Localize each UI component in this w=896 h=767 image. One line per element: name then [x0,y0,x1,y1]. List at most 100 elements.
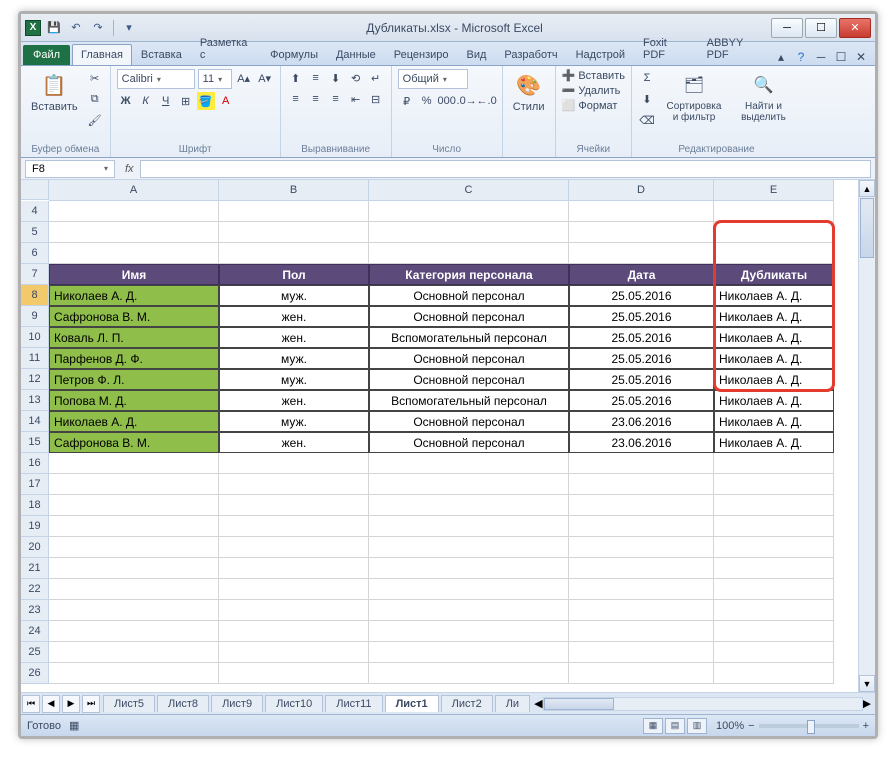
cell[interactable] [714,537,834,558]
number-format-combo[interactable]: Общий▾ [398,69,468,89]
cell[interactable] [49,243,219,264]
tab-addins[interactable]: Надстрой [567,44,634,65]
cell-name[interactable]: Попова М. Д. [49,390,219,411]
table-header[interactable]: Категория персонала [369,264,569,285]
tab-nav-first-icon[interactable]: ⏮ [22,695,40,713]
cell[interactable] [219,600,369,621]
cell-name[interactable]: Николаев А. Д. [49,411,219,432]
doc-restore-icon[interactable]: ☐ [833,49,849,65]
row-header[interactable]: 7 [21,264,49,285]
cell-sex[interactable]: жен. [219,327,369,348]
row-header[interactable]: 13 [21,390,49,411]
cell[interactable] [49,642,219,663]
cell-sex[interactable]: муж. [219,369,369,390]
cell[interactable] [219,495,369,516]
col-header-c[interactable]: C [369,180,569,201]
row-header[interactable]: 23 [21,600,49,621]
tab-home[interactable]: Главная [72,44,132,65]
cell-date[interactable]: 25.05.2016 [569,327,714,348]
orientation-icon[interactable]: ⟲ [347,69,365,87]
hscroll-right-icon[interactable]: ▶ [863,697,871,710]
cell-duplicate[interactable]: Николаев А. Д. [714,306,834,327]
undo-button[interactable]: ↶ [67,19,85,37]
row-header[interactable]: 14 [21,411,49,432]
doc-minimize-icon[interactable]: ─ [813,49,829,65]
maximize-button[interactable]: ☐ [805,18,837,38]
sheet-tab[interactable]: Лист1 [385,695,439,712]
cell[interactable] [714,663,834,684]
indent-dec-icon[interactable]: ⇤ [347,90,365,108]
border-button[interactable]: ⊞ [177,92,195,110]
cell[interactable] [714,642,834,663]
table-header[interactable]: Пол [219,264,369,285]
merge-icon[interactable]: ⊟ [367,90,385,108]
fill-color-button[interactable]: 🪣 [197,92,215,110]
scroll-up-icon[interactable]: ▲ [859,180,875,197]
cell[interactable] [369,222,569,243]
cell[interactable] [714,222,834,243]
cell-date[interactable]: 25.05.2016 [569,369,714,390]
insert-cells-button[interactable]: ➕Вставить [562,69,625,82]
cell-category[interactable]: Основной персонал [369,306,569,327]
row-header[interactable]: 22 [21,579,49,600]
formula-input[interactable] [140,160,871,178]
cell[interactable] [569,600,714,621]
styles-button[interactable]: 🎨 Стили [509,69,549,115]
row-header[interactable]: 20 [21,537,49,558]
table-header[interactable]: Имя [49,264,219,285]
cell[interactable] [369,243,569,264]
redo-button[interactable]: ↷ [89,19,107,37]
row-header[interactable]: 8 [21,285,49,306]
sort-filter-button[interactable]: 🗂 Сортировка и фильтр [660,69,728,125]
cell[interactable] [569,243,714,264]
cell[interactable] [49,495,219,516]
tab-nav-last-icon[interactable]: ⏭ [82,695,100,713]
cell[interactable] [714,201,834,222]
cell-date[interactable]: 25.05.2016 [569,348,714,369]
hscroll-left-icon[interactable]: ◀ [534,697,542,710]
sheet-tab[interactable]: Лист5 [103,695,155,712]
cell[interactable] [369,453,569,474]
align-center-icon[interactable]: ≡ [307,90,325,108]
italic-button[interactable]: К [137,92,155,110]
cell[interactable] [49,537,219,558]
col-header-a[interactable]: A [49,180,219,201]
cell[interactable] [219,474,369,495]
row-header[interactable]: 4 [21,201,49,222]
cell[interactable] [369,558,569,579]
cell-duplicate[interactable]: Николаев А. Д. [714,369,834,390]
align-bottom-icon[interactable]: ⬇ [327,69,345,87]
qat-more-icon[interactable]: ▾ [120,19,138,37]
cell-date[interactable]: 23.06.2016 [569,432,714,453]
sheet-tab[interactable]: Ли [495,695,530,712]
align-right-icon[interactable]: ≡ [327,90,345,108]
cell[interactable] [714,579,834,600]
tab-data[interactable]: Данные [327,44,385,65]
scroll-down-icon[interactable]: ▼ [859,675,875,692]
cell[interactable] [219,537,369,558]
row-header[interactable]: 17 [21,474,49,495]
cell[interactable] [369,495,569,516]
cell-sex[interactable]: муж. [219,285,369,306]
cell[interactable] [219,579,369,600]
cell[interactable] [714,495,834,516]
row-header[interactable]: 9 [21,306,49,327]
clear-icon[interactable]: ⌫ [638,111,656,129]
cell[interactable] [219,621,369,642]
cell[interactable] [49,516,219,537]
sheet-tab[interactable]: Лист2 [441,695,493,712]
cell[interactable] [369,642,569,663]
comma-icon[interactable]: 000 [438,92,456,110]
sheet-tab[interactable]: Лист10 [265,695,323,712]
cell[interactable] [219,222,369,243]
cell[interactable] [219,663,369,684]
row-header[interactable]: 21 [21,558,49,579]
help-icon[interactable]: ? [793,49,809,65]
autosum-icon[interactable]: Σ [638,69,656,87]
currency-icon[interactable]: ₽ [398,92,416,110]
font-color-button[interactable]: A [217,92,235,110]
cell[interactable] [569,201,714,222]
find-select-button[interactable]: 🔍 Найти и выделить [732,69,795,125]
row-header[interactable]: 10 [21,327,49,348]
cell[interactable] [569,621,714,642]
